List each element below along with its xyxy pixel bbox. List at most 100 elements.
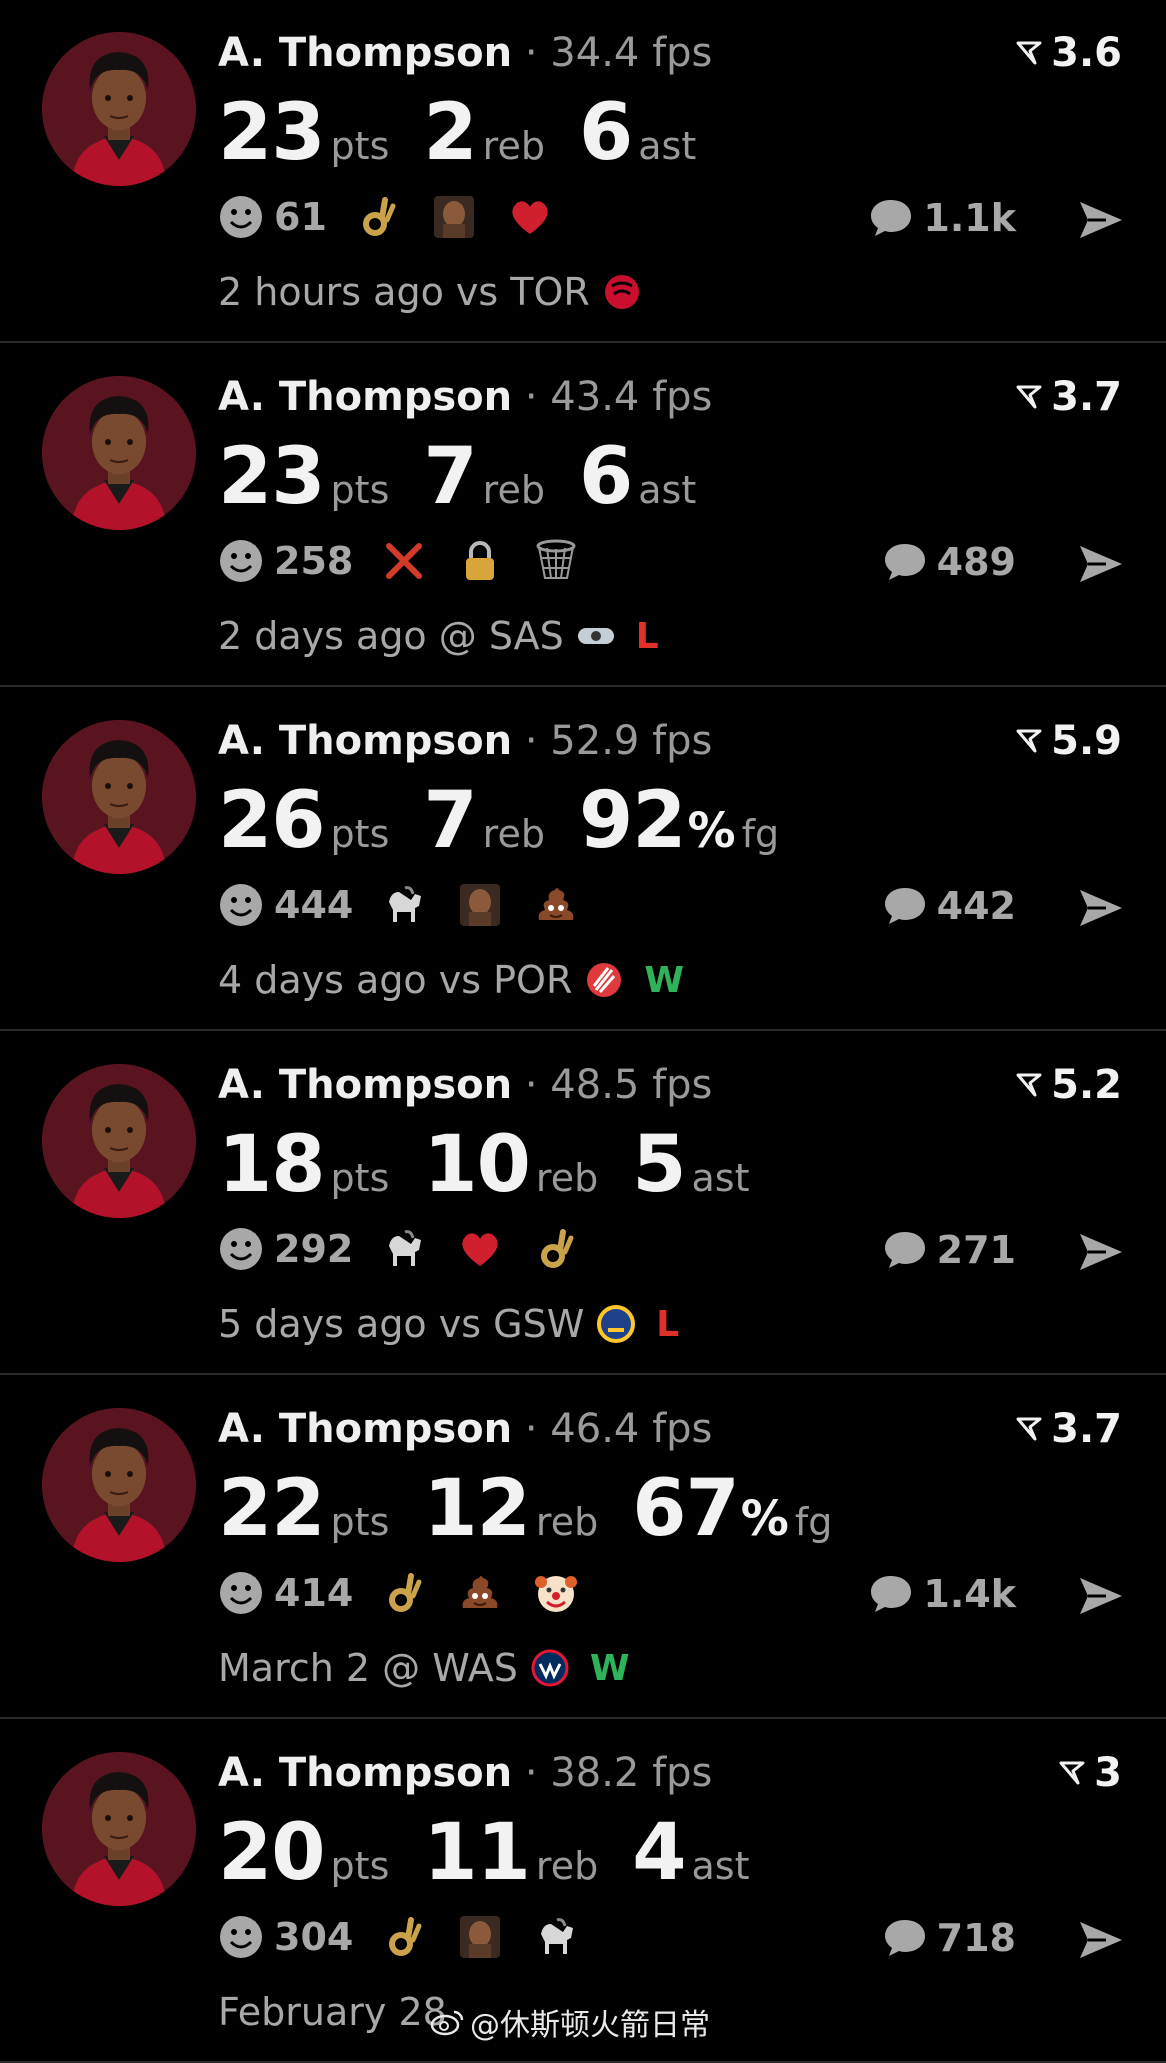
rating-badge[interactable]: 3 bbox=[1058, 1750, 1122, 1796]
player-name[interactable]: A. Thompson bbox=[218, 1750, 512, 1796]
blazers-logo-icon bbox=[584, 960, 624, 1000]
player-avatar[interactable] bbox=[42, 1408, 196, 1562]
reaction-bar: 414 bbox=[218, 1570, 609, 1616]
ok-hand-icon[interactable] bbox=[355, 194, 401, 240]
stat-ast: 6 ast bbox=[579, 432, 696, 522]
player-avatar[interactable] bbox=[42, 32, 196, 186]
comment-count: 442 bbox=[936, 884, 1016, 928]
game-post-card[interactable]: A. Thompson · 46.4 fps 3.7 22 pts 12 reb 67% fg… bbox=[0, 1376, 1166, 1719]
reaction-bar: 292 bbox=[218, 1226, 609, 1272]
game-post-card[interactable]: A. Thompson · 34.4 fps 3.6 23 pts 2 reb 6 ast 61… bbox=[0, 0, 1166, 343]
comment-count: 718 bbox=[936, 1916, 1016, 1960]
flag-icon bbox=[1016, 41, 1042, 65]
stat-line: 26 pts 7 reb 92% fg bbox=[218, 776, 813, 866]
share-icon[interactable] bbox=[1076, 1230, 1126, 1274]
player-name[interactable]: A. Thompson bbox=[218, 718, 512, 764]
player-avatar[interactable] bbox=[42, 720, 196, 874]
stat-line: 20 pts 11 reb 4 ast bbox=[218, 1808, 783, 1898]
game-description: 5 days ago vs GSW bbox=[218, 1302, 585, 1346]
lock-icon[interactable] bbox=[457, 538, 503, 584]
rating-badge[interactable]: 3.7 bbox=[1015, 374, 1122, 420]
cross-mark-icon[interactable] bbox=[381, 538, 427, 584]
poop-icon[interactable] bbox=[533, 882, 579, 928]
player-avatar[interactable] bbox=[42, 1752, 196, 1906]
comment-count: 489 bbox=[936, 540, 1016, 584]
game-post-card[interactable]: A. Thompson · 52.9 fps 5.9 26 pts 7 reb 92% fg 4… bbox=[0, 688, 1166, 1031]
stat-reb: 11 reb bbox=[423, 1808, 598, 1898]
rating-value: 3.6 bbox=[1051, 30, 1122, 76]
comments-button[interactable]: 718 bbox=[881, 1916, 1016, 1960]
smiley-icon[interactable] bbox=[218, 1226, 264, 1272]
share-icon[interactable] bbox=[1076, 886, 1126, 930]
poop-icon[interactable] bbox=[457, 1570, 503, 1616]
weibo-icon bbox=[430, 2010, 464, 2036]
stat-unit: ast bbox=[638, 124, 697, 168]
game-info: February 28 bbox=[218, 1990, 447, 2034]
share-icon[interactable] bbox=[1076, 198, 1126, 242]
heart-icon[interactable] bbox=[457, 1226, 503, 1272]
comments-button[interactable]: 489 bbox=[881, 540, 1016, 584]
stat-value: 67 bbox=[632, 1464, 740, 1554]
goat-icon[interactable] bbox=[381, 882, 427, 928]
player-name[interactable]: A. Thompson bbox=[218, 1406, 512, 1452]
game-description: 2 days ago @ SAS bbox=[218, 614, 564, 658]
ok-hand-icon[interactable] bbox=[533, 1226, 579, 1272]
stat-line: 23 pts 7 reb 6 ast bbox=[218, 432, 730, 522]
rating-badge[interactable]: 5.2 bbox=[1015, 1062, 1122, 1108]
ok-hand-icon[interactable] bbox=[381, 1914, 427, 1960]
player-name[interactable]: A. Thompson bbox=[218, 1062, 512, 1108]
smiley-icon[interactable] bbox=[218, 1914, 264, 1960]
post-header: A. Thompson · 43.4 fps bbox=[218, 374, 712, 420]
fantasy-points: · 48.5 fps bbox=[524, 1062, 713, 1108]
rating-badge[interactable]: 3.7 bbox=[1015, 1406, 1122, 1452]
game-info: 2 hours ago vs TOR bbox=[218, 270, 642, 314]
fantasy-points: · 34.4 fps bbox=[524, 30, 713, 76]
ok-hand-icon[interactable] bbox=[381, 1570, 427, 1616]
player-name[interactable]: A. Thompson bbox=[218, 374, 512, 420]
clown-icon[interactable] bbox=[533, 1570, 579, 1616]
player-avatar[interactable] bbox=[42, 376, 196, 530]
stat-fg: 67% fg bbox=[632, 1464, 832, 1554]
reaction-count: 414 bbox=[274, 1571, 354, 1615]
share-icon[interactable] bbox=[1076, 1574, 1126, 1618]
comments-button[interactable]: 442 bbox=[881, 884, 1016, 928]
share-icon[interactable] bbox=[1076, 542, 1126, 586]
basketball-net-icon[interactable] bbox=[533, 538, 579, 584]
stat-reb: 7 reb bbox=[423, 776, 545, 866]
smiley-icon[interactable] bbox=[218, 538, 264, 584]
stat-unit: pts bbox=[330, 468, 390, 512]
share-icon[interactable] bbox=[1076, 1918, 1126, 1962]
game-post-card[interactable]: A. Thompson · 48.5 fps 5.2 18 pts 10 reb 5 ast 2… bbox=[0, 1032, 1166, 1375]
stat-value: 6 bbox=[578, 88, 633, 178]
stat-value: 6 bbox=[578, 432, 633, 522]
wizards-logo-icon bbox=[530, 1648, 570, 1688]
stat-value: 7 bbox=[423, 776, 477, 866]
player-avatar[interactable] bbox=[42, 1064, 196, 1218]
face-photo-icon[interactable] bbox=[457, 1914, 503, 1960]
comments-button[interactable]: 1.4k bbox=[867, 1572, 1016, 1616]
smiley-icon[interactable] bbox=[218, 1570, 264, 1616]
comment-count: 1.1k bbox=[923, 196, 1016, 240]
face-photo-icon[interactable] bbox=[431, 194, 477, 240]
comments-button[interactable]: 271 bbox=[881, 1228, 1016, 1272]
post-header: A. Thompson · 46.4 fps bbox=[218, 1406, 712, 1452]
smiley-icon[interactable] bbox=[218, 194, 264, 240]
player-name[interactable]: A. Thompson bbox=[218, 30, 512, 76]
smiley-icon[interactable] bbox=[218, 882, 264, 928]
stat-fg: 92% fg bbox=[579, 776, 779, 866]
rating-badge[interactable]: 5.9 bbox=[1015, 718, 1122, 764]
heart-icon[interactable] bbox=[507, 194, 553, 240]
comments-button[interactable]: 1.1k bbox=[867, 196, 1016, 240]
post-header: A. Thompson · 34.4 fps bbox=[218, 30, 712, 76]
reaction-count: 444 bbox=[274, 883, 354, 927]
goat-icon[interactable] bbox=[533, 1914, 579, 1960]
goat-icon[interactable] bbox=[381, 1226, 427, 1272]
game-info: 2 days ago @ SAS L bbox=[218, 614, 659, 658]
flag-icon bbox=[1016, 1417, 1042, 1441]
face-photo-icon[interactable] bbox=[457, 882, 503, 928]
comment-count: 1.4k bbox=[923, 1572, 1016, 1616]
game-post-card[interactable]: A. Thompson · 43.4 fps 3.7 23 pts 7 reb 6 ast 25… bbox=[0, 344, 1166, 687]
stat-unit: ast bbox=[638, 468, 697, 512]
rating-badge[interactable]: 3.6 bbox=[1015, 30, 1122, 76]
stat-value: 92 bbox=[578, 776, 687, 866]
